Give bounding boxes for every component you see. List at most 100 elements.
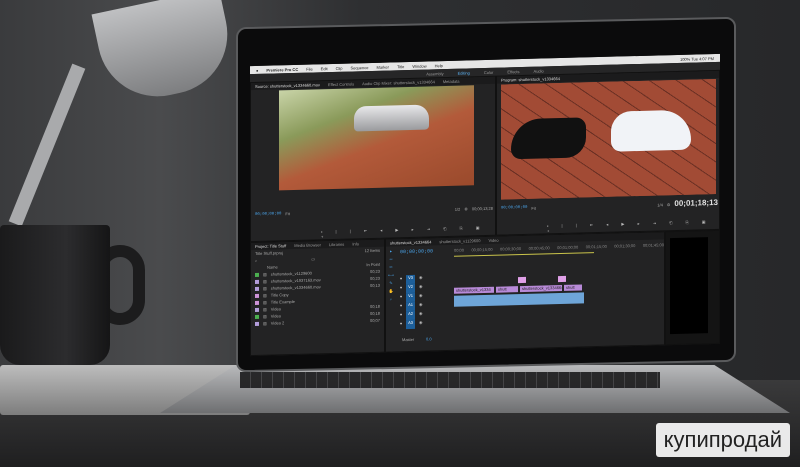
item-name: Title Example: [270, 298, 295, 305]
tab-info[interactable]: Info: [352, 241, 359, 246]
menu-file[interactable]: File: [306, 66, 312, 71]
menu-sequence[interactable]: Sequence: [350, 65, 368, 70]
item-name: Video: [270, 306, 281, 312]
item-time: 00;23: [369, 268, 380, 275]
workspace-assembly[interactable]: Assembly: [426, 71, 443, 76]
label-color-swatch: [255, 293, 259, 298]
ruler-tick: 00;01;00;00: [557, 244, 579, 251]
ruler-tick: 00;00;45;00: [528, 245, 550, 251]
tab-project[interactable]: Project: Title Stuff: [255, 243, 286, 249]
track-header[interactable]: 🔒︎ A3 ◉: [400, 320, 423, 330]
audio-clip-a1[interactable]: [454, 292, 584, 307]
tab-metadata[interactable]: Metadata: [443, 79, 460, 84]
lock-icon[interactable]: 🔒︎: [400, 302, 402, 311]
item-count: 12 Items: [364, 247, 380, 254]
work-area-bar[interactable]: [454, 252, 594, 257]
new-bin-icon[interactable]: ▭: [311, 256, 315, 261]
source-scale[interactable]: 1/2: [455, 207, 461, 212]
ruler-tick: 00;00;15;00: [471, 246, 493, 253]
program-monitor: Program: shutterstock_v1334664 00;00;00;…: [496, 69, 720, 236]
lock-icon[interactable]: 🔒︎: [400, 320, 402, 329]
menu-edit[interactable]: Edit: [321, 66, 328, 71]
tab-audio-clip-mixer[interactable]: Audio Clip Mixer: shutterstock_v1334664: [362, 79, 435, 86]
watermark: купипродай: [655, 423, 790, 457]
program-fit-select[interactable]: Fit: [531, 205, 535, 210]
lock-icon[interactable]: 🔒︎: [400, 293, 402, 302]
wrench-icon[interactable]: ⚙: [667, 202, 671, 207]
tools-panel[interactable]: ▸ ⇿ ✂ ⟷ ✎ ✋ ⌕: [386, 247, 396, 347]
video-clip[interactable]: shutterstock_v1334: [454, 286, 494, 294]
search-icon[interactable]: ⌕: [255, 258, 257, 263]
master-value[interactable]: 0.0: [426, 336, 432, 341]
track-label[interactable]: V3: [406, 274, 416, 285]
lock-icon[interactable]: 🔒︎: [400, 311, 402, 320]
ruler-tick: 00;00: [454, 247, 465, 253]
item-name: Title Copy: [270, 292, 289, 298]
eye-icon[interactable]: ◉: [419, 275, 423, 284]
item-time: 00;23: [369, 275, 380, 282]
eye-icon[interactable]: ◉: [419, 302, 423, 311]
tab-media-browser[interactable]: Media Browser: [294, 242, 321, 248]
apple-icon[interactable]: ●: [256, 67, 258, 72]
tab-sequence-1[interactable]: shutterstock_v1334664: [390, 239, 431, 245]
eye-icon[interactable]: ◉: [419, 284, 423, 293]
heels-image: [511, 117, 586, 160]
title-clip[interactable]: [518, 276, 526, 284]
menu-window[interactable]: Window: [412, 63, 426, 68]
label-color-swatch: [255, 272, 259, 277]
program-scale[interactable]: 1/4: [657, 202, 663, 207]
eye-icon[interactable]: ◉: [419, 320, 423, 329]
menu-title[interactable]: Title: [397, 64, 404, 69]
video-clip[interactable]: shutterstock_v1334664: [520, 285, 563, 293]
item-name: shutterstock_v1129600: [270, 270, 312, 277]
workspace-editing[interactable]: Editing: [458, 70, 470, 75]
track-label[interactable]: V2: [406, 283, 416, 294]
tab-sequence-3[interactable]: Video: [488, 238, 498, 243]
eye-icon[interactable]: ◉: [419, 293, 423, 302]
program-timecode[interactable]: 00;00;00;00: [501, 206, 527, 211]
title-clip[interactable]: [558, 275, 566, 283]
workspace-audio[interactable]: Audio: [534, 68, 544, 73]
tab-source[interactable]: Source: shutterstock_v1334660.mov: [255, 82, 320, 89]
menu-marker[interactable]: Marker: [376, 64, 388, 69]
track-headers: 🔒︎ V3 ◉ 🔒︎ V2 ◉ 🔒︎ V1 ◉ 🔒︎ A1 ◉ 🔒︎ A2 ◉ 🔒︎ A3 ◉: [400, 275, 423, 330]
lock-icon[interactable]: 🔒︎: [400, 284, 402, 293]
master-label: Master: [402, 336, 415, 343]
source-timecode[interactable]: 00;00;00;00: [255, 212, 281, 217]
item-name: Video 2: [270, 320, 285, 326]
video-clip[interactable]: shutt: [496, 286, 518, 293]
track-label[interactable]: A1: [406, 301, 416, 312]
item-time: 00;13: [369, 282, 380, 289]
car-image: [354, 104, 429, 132]
column-name[interactable]: Name: [267, 264, 278, 269]
menu-clip[interactable]: Clip: [336, 65, 343, 70]
tab-program[interactable]: Program: shutterstock_v1334664: [501, 76, 560, 83]
workspace-color[interactable]: Color: [484, 69, 494, 74]
lock-icon[interactable]: 🔒︎: [400, 275, 402, 284]
item-time: 00;18: [369, 303, 380, 310]
item-time: 00;07: [369, 317, 380, 324]
video-clip[interactable]: shutt: [564, 284, 582, 291]
label-color-swatch: [255, 307, 259, 312]
ruler-tick: 00;01;45;00: [642, 242, 664, 248]
menu-help[interactable]: Help: [435, 63, 443, 68]
tab-sequence-2[interactable]: shutterstock_v1129600: [439, 238, 480, 244]
tab-libraries[interactable]: Libraries: [329, 242, 344, 247]
meter-display: [670, 237, 708, 335]
timeline-timecode[interactable]: 00;00;00;00: [400, 248, 433, 255]
track-label[interactable]: A2: [406, 310, 416, 321]
column-in-point[interactable]: In Point: [366, 262, 384, 267]
app-name[interactable]: Premiere Pro CC: [266, 66, 298, 72]
item-time: 00;18: [369, 310, 380, 317]
wrench-icon[interactable]: ⚙: [464, 206, 468, 211]
tab-effect-controls[interactable]: Effect Controls: [328, 81, 354, 87]
eye-icon[interactable]: ◉: [419, 311, 423, 320]
timeline-panel: shutterstock_v1334664 shutterstock_v1129…: [385, 231, 665, 353]
track-label[interactable]: A3: [406, 319, 416, 330]
premiere-window: ● Premiere Pro CC File Edit Clip Sequenc…: [250, 53, 720, 357]
track-label[interactable]: V1: [406, 292, 416, 303]
source-fit-select[interactable]: Fit: [285, 211, 289, 216]
project-panel: Project: Title Stuff Media Browser Libra…: [250, 238, 385, 357]
workspace-effects[interactable]: Effects: [507, 69, 519, 74]
source-duration: 00;00;13;28: [471, 205, 493, 212]
